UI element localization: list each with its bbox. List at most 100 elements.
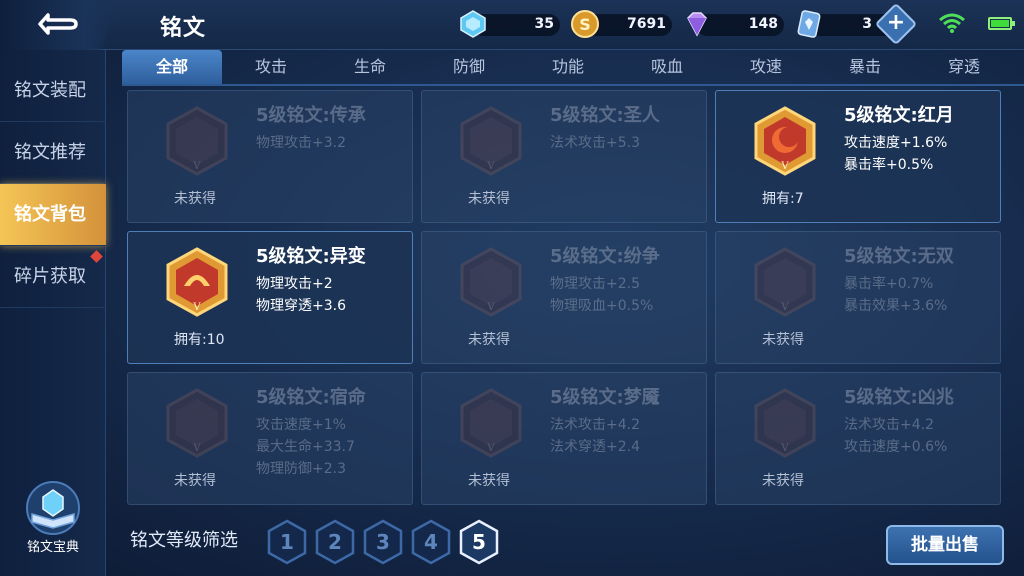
inscription-card[interactable]: V 5级铭文:凶兆 法术攻击+4.2 攻击速度+0.6% 未获得 bbox=[715, 372, 1001, 505]
gold-coin-icon: S bbox=[571, 10, 599, 38]
ownership-status: 拥有:10 bbox=[174, 332, 225, 348]
inscription-name: 5级铭文:红月 bbox=[844, 105, 954, 126]
level-number: 2 bbox=[328, 530, 342, 554]
inscription-card-icon bbox=[797, 10, 821, 38]
top-bar: 铭文 35 S 7691 148 3 + bbox=[0, 0, 1024, 50]
stat-line: 法术攻击+4.2 bbox=[550, 417, 640, 433]
plus-icon: + bbox=[886, 10, 906, 35]
inscription-stats: 物理攻击+3.2 bbox=[256, 132, 346, 154]
stat-line: 物理攻击+3.2 bbox=[256, 135, 346, 151]
tab-crit[interactable]: 暴击 bbox=[815, 50, 915, 84]
stat-line: 物理攻击+2 bbox=[256, 276, 333, 292]
inscription-stats: 法术攻击+4.2 攻击速度+0.6% bbox=[844, 414, 947, 458]
level-filter-4[interactable]: 4 bbox=[410, 519, 452, 565]
stat-line: 法术攻击+5.3 bbox=[550, 135, 640, 151]
level-number: 1 bbox=[280, 530, 294, 554]
inscription-name: 5级铭文:梦魇 bbox=[550, 387, 660, 408]
diamond-crystal-icon bbox=[460, 10, 486, 38]
gold-resource: S 7691 bbox=[570, 9, 674, 39]
inscription-card[interactable]: V 5级铭文:红月 攻击速度+1.6% 暴击率+0.5% 拥有:7 bbox=[715, 90, 1001, 223]
sidebar-item-recommend[interactable]: 铭文推荐 bbox=[0, 122, 106, 184]
tab-utility[interactable]: 功能 bbox=[518, 50, 618, 84]
level-filter-2[interactable]: 2 bbox=[314, 519, 356, 565]
ownership-status: 未获得 bbox=[468, 473, 510, 489]
inscription-stats: 法术攻击+5.3 bbox=[550, 132, 640, 154]
level-filter-3[interactable]: 3 bbox=[362, 519, 404, 565]
diamond-count: 35 bbox=[534, 16, 554, 32]
inscription-name: 5级铭文:无双 bbox=[844, 246, 954, 267]
inscription-card[interactable]: V 5级铭文:宿命 攻击速度+1% 最大生命+33.7 物理防御+2.3 未获得 bbox=[127, 372, 413, 505]
inscription-card[interactable]: V 5级铭文:无双 暴击率+0.7% 暴击效果+3.6% 未获得 bbox=[715, 231, 1001, 364]
svg-text:V: V bbox=[486, 302, 495, 313]
inscription-stats: 攻击速度+1% 最大生命+33.7 物理防御+2.3 bbox=[256, 414, 355, 480]
wifi-icon bbox=[939, 13, 965, 33]
inscription-stats: 攻击速度+1.6% 暴击率+0.5% bbox=[844, 132, 947, 176]
ownership-status: 拥有:7 bbox=[762, 191, 804, 207]
svg-text:V: V bbox=[780, 161, 789, 172]
ownership-status: 未获得 bbox=[468, 332, 510, 348]
svg-text:V: V bbox=[780, 302, 789, 313]
level-number: 5 bbox=[472, 530, 486, 554]
stat-line: 最大生命+33.7 bbox=[256, 439, 355, 455]
category-tabs: 全部 攻击 生命 防御 功能 吸血 攻速 暴击 穿透 bbox=[122, 50, 1024, 86]
gold-count: 7691 bbox=[627, 16, 666, 32]
inscription-stats: 法术攻击+4.2 法术穿透+2.4 bbox=[550, 414, 640, 458]
level-filter-label: 铭文等级筛选 bbox=[130, 530, 238, 551]
inscription-card[interactable]: V 5级铭文:传承 物理攻击+3.2 未获得 bbox=[127, 90, 413, 223]
stat-line: 物理吸血+0.5% bbox=[550, 298, 654, 314]
level-number: 4 bbox=[424, 530, 438, 554]
tab-all[interactable]: 全部 bbox=[122, 50, 222, 84]
diamond-resource: 35 bbox=[458, 9, 562, 39]
stat-line: 暴击率+0.5% bbox=[844, 157, 934, 173]
stat-line: 法术穿透+2.4 bbox=[550, 439, 640, 455]
tab-attack-speed[interactable]: 攻速 bbox=[716, 50, 816, 84]
stat-line: 暴击率+0.7% bbox=[844, 276, 934, 292]
tab-defense[interactable]: 防御 bbox=[419, 50, 519, 84]
inscription-emblem-icon: V bbox=[460, 388, 522, 458]
level-filter-1[interactable]: 1 bbox=[266, 519, 308, 565]
ownership-status: 未获得 bbox=[468, 191, 510, 207]
svg-text:V: V bbox=[192, 161, 201, 172]
inscription-card[interactable]: V 5级铭文:圣人 法术攻击+5.3 未获得 bbox=[421, 90, 707, 223]
codex-label: 铭文宝典 bbox=[26, 540, 79, 555]
inscription-name: 5级铭文:纷争 bbox=[550, 246, 660, 267]
tab-health[interactable]: 生命 bbox=[320, 50, 420, 84]
inscription-name: 5级铭文:异变 bbox=[256, 246, 366, 267]
inscription-emblem-icon: V bbox=[754, 388, 816, 458]
sidebar-item-equip[interactable]: 铭文装配 bbox=[0, 60, 106, 122]
inscription-stats: 物理攻击+2 物理穿透+3.6 bbox=[256, 273, 346, 317]
battery-icon bbox=[988, 17, 1015, 30]
stat-line: 物理攻击+2.5 bbox=[550, 276, 640, 292]
svg-text:V: V bbox=[192, 302, 201, 313]
svg-text:V: V bbox=[486, 161, 495, 172]
ownership-status: 未获得 bbox=[174, 473, 216, 489]
inscription-name: 5级铭文:凶兆 bbox=[844, 387, 954, 408]
inscription-name: 5级铭文:圣人 bbox=[550, 105, 660, 126]
stat-line: 攻击速度+1.6% bbox=[844, 135, 948, 151]
inscription-name: 5级铭文:传承 bbox=[256, 105, 366, 126]
card-count: 3 bbox=[862, 16, 872, 32]
page-title: 铭文 bbox=[160, 16, 207, 41]
tab-attack[interactable]: 攻击 bbox=[221, 50, 321, 84]
inscription-emblem-icon: V bbox=[460, 106, 522, 176]
gem-count: 148 bbox=[748, 16, 778, 32]
tab-penetration[interactable]: 穿透 bbox=[914, 50, 1014, 84]
stat-line: 物理穿透+3.6 bbox=[256, 298, 346, 314]
svg-text:V: V bbox=[486, 443, 495, 454]
ownership-status: 未获得 bbox=[174, 191, 216, 207]
sidebar-item-backpack[interactable]: 铭文背包 bbox=[0, 184, 106, 246]
level-filter-5[interactable]: 5 bbox=[458, 519, 500, 565]
bulk-sell-button[interactable]: 批量出售 bbox=[886, 525, 1004, 565]
inscription-emblem-icon: V bbox=[754, 247, 816, 317]
back-button[interactable] bbox=[0, 0, 120, 50]
book-icon bbox=[26, 481, 80, 535]
codex-button[interactable]: 铭文宝典 bbox=[18, 480, 88, 560]
svg-text:V: V bbox=[192, 443, 201, 454]
tab-lifesteal[interactable]: 吸血 bbox=[617, 50, 717, 84]
stat-line: 攻击速度+1% bbox=[256, 417, 346, 433]
inscription-card[interactable]: V 5级铭文:纷争 物理攻击+2.5 物理吸血+0.5% 未获得 bbox=[421, 231, 707, 364]
inscription-stats: 物理攻击+2.5 物理吸血+0.5% bbox=[550, 273, 653, 317]
inscription-card[interactable]: V 5级铭文:梦魇 法术攻击+4.2 法术穿透+2.4 未获得 bbox=[421, 372, 707, 505]
inscription-card[interactable]: V 5级铭文:异变 物理攻击+2 物理穿透+3.6 拥有:10 bbox=[127, 231, 413, 364]
stat-line: 攻击速度+0.6% bbox=[844, 439, 948, 455]
